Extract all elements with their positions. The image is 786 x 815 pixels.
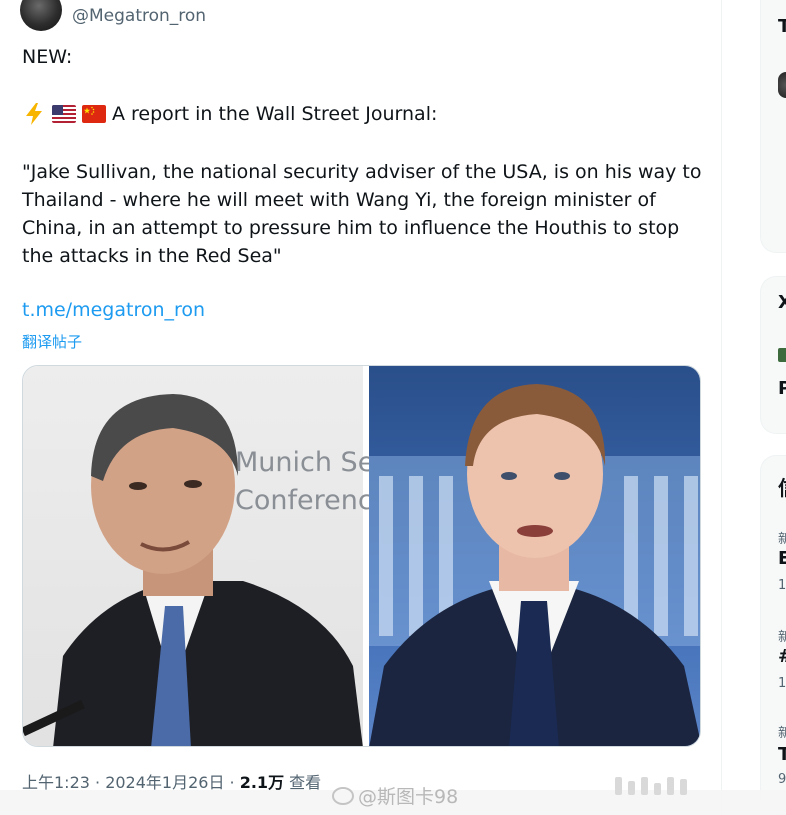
signal-bars-icon xyxy=(615,777,687,795)
telegram-link[interactable]: t.me/megatron_ron xyxy=(22,299,205,321)
sidebar-card1-glyph: T xyxy=(778,16,786,37)
report-text: A report in the Wall Street Journal: xyxy=(112,103,438,125)
sidebar-card2-letter: P xyxy=(778,378,786,399)
sidebar-card2-glyph: X xyxy=(778,292,786,313)
munich-sign-text: Munich Se Conferenc xyxy=(235,447,375,516)
trend-title[interactable]: T xyxy=(778,744,786,765)
trend-category[interactable]: 新 xyxy=(778,626,786,645)
lightning-icon xyxy=(26,103,42,125)
media-photo-left[interactable]: Munich Se Conferenc xyxy=(23,366,374,746)
trend-title[interactable]: E xyxy=(778,548,786,569)
watermark: @斯图卡98 xyxy=(332,782,458,809)
media-photo-right[interactable] xyxy=(369,366,700,746)
sidebar-flag-icon xyxy=(778,348,786,362)
tweet-media[interactable]: Munich Se Conferenc xyxy=(22,365,701,747)
tweet-detail: @Megatron_ron NEW: A report in the Wall … xyxy=(0,0,722,815)
translate-post-button[interactable]: 翻译帖子 xyxy=(22,331,82,352)
tweet-quote: "Jake Sullivan, the national security ad… xyxy=(22,161,702,267)
trend-category[interactable]: 新 xyxy=(778,528,786,547)
china-flag-icon xyxy=(82,105,106,123)
trend-category[interactable]: 新 xyxy=(778,722,786,741)
sidebar-avatar[interactable] xyxy=(778,72,786,98)
trend-title[interactable]: # xyxy=(778,646,786,667)
portrait-left-illustration xyxy=(23,394,363,746)
trend-count: 1. xyxy=(778,676,786,691)
right-sidebar: T X P 信 新 E 1. 新 # 1. 新 T 9 xyxy=(722,0,786,815)
trend-count: 1. xyxy=(778,578,786,593)
avatar[interactable] xyxy=(20,0,62,31)
tweet-report-line: A report in the Wall Street Journal: xyxy=(22,102,437,126)
author-handle[interactable]: @Megatron_ron xyxy=(72,6,206,26)
sidebar-card-subscribe[interactable] xyxy=(760,0,786,253)
weibo-logo-icon xyxy=(332,786,354,805)
tweet-text-new: NEW: xyxy=(22,46,73,68)
author-row[interactable]: @Megatron_ron xyxy=(20,0,206,31)
trend-count: 9 xyxy=(778,772,786,787)
watermark-text: @斯图卡98 xyxy=(358,786,459,808)
us-flag-icon xyxy=(52,105,76,123)
portrait-right-illustration xyxy=(369,384,700,746)
sidebar-trends-title: 信 xyxy=(778,472,786,501)
